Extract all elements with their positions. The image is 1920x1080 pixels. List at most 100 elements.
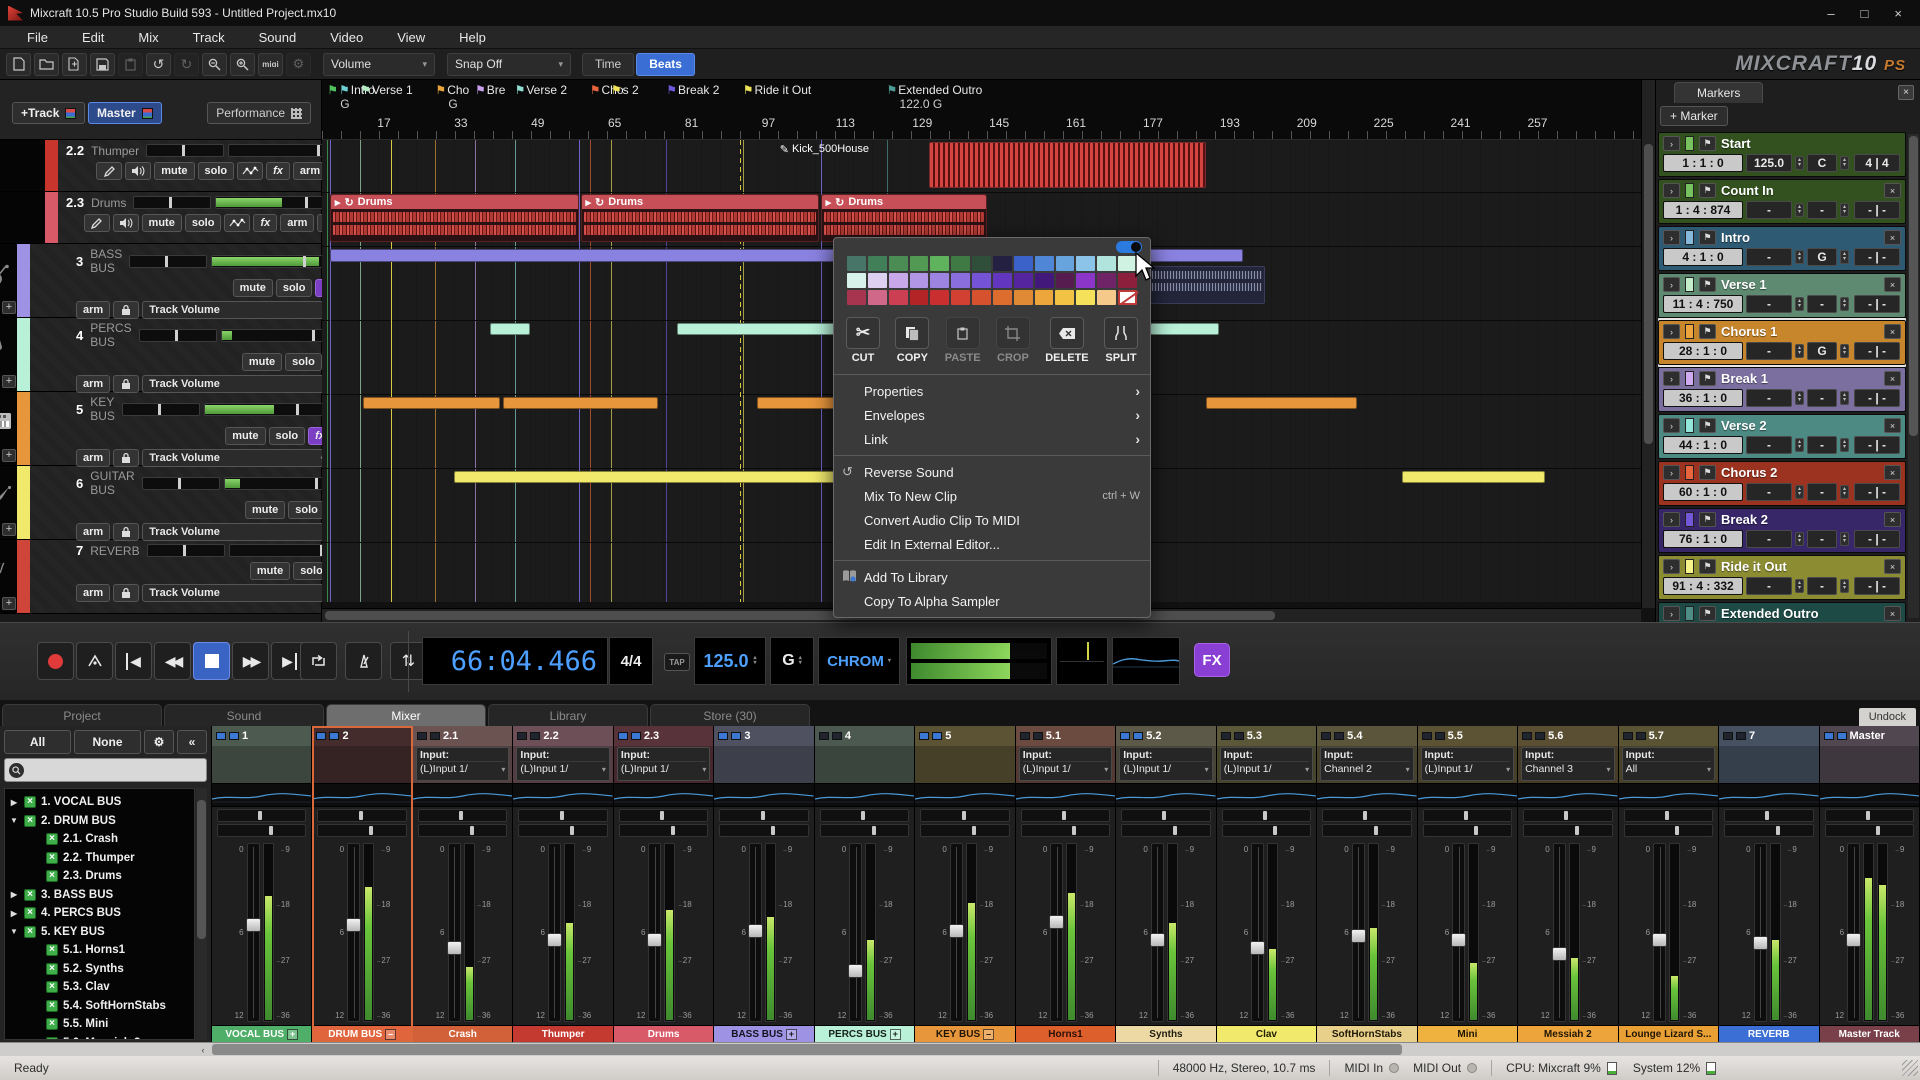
color-swatch[interactable] bbox=[910, 290, 929, 305]
marker-color-swatch[interactable] bbox=[1685, 371, 1694, 386]
channel-name-label[interactable]: Synths bbox=[1116, 1025, 1215, 1042]
marker-tempo-field[interactable]: - bbox=[1746, 342, 1792, 360]
volume-slider[interactable] bbox=[204, 403, 332, 416]
loop-button[interactable] bbox=[300, 642, 337, 680]
expand-track-button[interactable]: + bbox=[2, 301, 16, 314]
marker-row[interactable]: ›⚑Chorus 2×60 : 1 : 0-▴▾-▴▾- | - bbox=[1658, 461, 1906, 506]
track-visible-checkbox[interactable]: × bbox=[46, 944, 58, 956]
metronome-button[interactable] bbox=[345, 642, 382, 680]
undo-icon-button[interactable]: ↺ bbox=[146, 53, 171, 76]
group-toggle-badge[interactable]: + bbox=[786, 1029, 797, 1040]
menu-item-copy-to-alpha-sampler[interactable]: Copy To Alpha Sampler bbox=[834, 589, 1150, 613]
monitor-button[interactable] bbox=[125, 162, 151, 180]
time-toggle-button[interactable]: Time bbox=[582, 53, 634, 76]
spinner-icon[interactable]: ▴▾ bbox=[1840, 250, 1849, 264]
paste-button[interactable]: PASTE bbox=[945, 317, 981, 364]
marker-timesig-field[interactable]: - | - bbox=[1854, 577, 1900, 595]
eq-display[interactable] bbox=[1116, 783, 1215, 807]
marker-timesig-field[interactable]: - | - bbox=[1854, 530, 1900, 548]
input-select[interactable]: Input:All▾ bbox=[1622, 747, 1715, 781]
marker-tempo-field[interactable]: - bbox=[1746, 530, 1792, 548]
pan-slider[interactable] bbox=[1724, 809, 1813, 822]
tree-scrollbar[interactable] bbox=[196, 788, 207, 1040]
audio-clip[interactable] bbox=[1146, 266, 1265, 304]
send-slider[interactable] bbox=[619, 824, 708, 837]
marker-timesig-field[interactable]: 4 | 4 bbox=[1854, 154, 1900, 172]
marker-delete-button[interactable]: × bbox=[1884, 183, 1901, 198]
spinner-icon[interactable]: ▴▾ bbox=[1840, 579, 1849, 593]
menu-file[interactable]: File bbox=[10, 30, 65, 45]
performance-button[interactable]: Performance bbox=[207, 102, 311, 124]
eq-display[interactable] bbox=[513, 783, 612, 807]
send-slider[interactable] bbox=[1624, 824, 1713, 837]
marker-expand-button[interactable]: › bbox=[1663, 183, 1680, 198]
channel-name-label[interactable]: BASS BUS+ bbox=[714, 1025, 813, 1042]
volume-fader[interactable] bbox=[1151, 843, 1164, 1022]
expand-track-button[interactable]: + bbox=[2, 597, 16, 610]
track-row-5[interactable]: +5KEY BUSmutesolofxarmTrack Volume▾ bbox=[0, 392, 321, 466]
fast-forward-button[interactable]: ▶▶ bbox=[232, 642, 269, 680]
pan-slider[interactable] bbox=[1222, 809, 1311, 822]
channel-name-label[interactable]: VOCAL BUS+ bbox=[212, 1025, 311, 1042]
timeline-vertical-scrollbar[interactable] bbox=[1641, 80, 1655, 608]
arm-button[interactable]: arm bbox=[76, 584, 110, 602]
color-swatch[interactable] bbox=[847, 290, 866, 305]
pan-slider[interactable] bbox=[1423, 809, 1512, 822]
marker-tempo-field[interactable]: - bbox=[1746, 295, 1792, 313]
menu-item-add-to-library[interactable]: Add To Library bbox=[834, 565, 1150, 589]
add-marker-button[interactable]: + Marker bbox=[1660, 106, 1728, 126]
color-swatch[interactable] bbox=[868, 256, 887, 271]
mixer-strip-5-6[interactable]: 5.6Input:Channel 3▾06129182736Messiah 2 bbox=[1518, 726, 1618, 1042]
menu-help[interactable]: Help bbox=[442, 30, 503, 45]
clipboard-icon-button[interactable] bbox=[118, 53, 143, 76]
automation-param-select[interactable]: Track Volume▾ bbox=[142, 375, 348, 393]
input-select[interactable]: Input:(L)Input 1/▾ bbox=[1421, 747, 1514, 781]
spinner-icon[interactable]: ▴▾ bbox=[799, 656, 802, 666]
tree-expand-icon[interactable]: ▶ bbox=[9, 909, 19, 918]
marker-expand-button[interactable]: › bbox=[1663, 371, 1680, 386]
track-visible-checkbox[interactable]: × bbox=[24, 815, 36, 827]
timeline-marker[interactable]: ⚑s 2 bbox=[611, 83, 639, 97]
send-slider[interactable] bbox=[1423, 824, 1512, 837]
input-select[interactable]: Input:(L)Input 1/▾ bbox=[516, 747, 609, 781]
scale-mode-display[interactable]: CHROM▾ bbox=[818, 637, 900, 685]
master-track-button[interactable]: Master bbox=[88, 102, 162, 124]
mixer-strip-7[interactable]: 706129182736REVERB bbox=[1719, 726, 1819, 1042]
menu-track[interactable]: Track bbox=[176, 30, 242, 45]
clip-play-icon[interactable]: ▸ bbox=[826, 196, 832, 209]
marker-color-swatch[interactable] bbox=[1685, 324, 1694, 339]
pan-slider[interactable] bbox=[139, 329, 217, 342]
track-visible-checkbox[interactable]: × bbox=[46, 1037, 58, 1040]
timeline-marker[interactable]: ⚑Verse 2 bbox=[515, 83, 567, 97]
pan-slider[interactable] bbox=[133, 196, 211, 209]
timeline-marker[interactable]: ⚑Break 2 bbox=[666, 83, 719, 97]
track-row-4[interactable]: +4PERCS BUSmutesolofxarmTrack Volume▾ bbox=[0, 318, 321, 392]
marker-timesig-field[interactable]: - | - bbox=[1854, 342, 1900, 360]
menu-edit[interactable]: Edit bbox=[65, 30, 121, 45]
tab-sound[interactable]: Sound bbox=[164, 704, 324, 726]
solo-button[interactable]: solo bbox=[198, 162, 235, 180]
tree-item[interactable]: ×5.1. Horns1 bbox=[9, 941, 194, 960]
track-visible-checkbox[interactable]: × bbox=[24, 889, 36, 901]
marker-delete-button[interactable]: × bbox=[1884, 277, 1901, 292]
spinner-icon[interactable]: ▴▾ bbox=[1840, 532, 1849, 546]
spinner-icon[interactable]: ▴▾ bbox=[1795, 250, 1804, 264]
color-swatch[interactable] bbox=[1056, 256, 1075, 271]
color-swatch[interactable] bbox=[993, 256, 1012, 271]
marker-color-swatch[interactable] bbox=[1685, 606, 1694, 621]
color-swatch[interactable] bbox=[1035, 256, 1054, 271]
audio-clip[interactable]: ▸↻Drums bbox=[581, 194, 820, 242]
spinner-icon[interactable]: ▴▾ bbox=[1795, 391, 1804, 405]
marker-row[interactable]: ›⚑Ride it Out×91 : 4 : 332-▴▾-▴▾- | - bbox=[1658, 555, 1906, 600]
color-swatch[interactable] bbox=[889, 273, 908, 288]
pan-slider[interactable] bbox=[719, 809, 808, 822]
menu-item-convert-audio-clip-to-midi[interactable]: Convert Audio Clip To MIDI bbox=[834, 508, 1150, 532]
track-visible-checkbox[interactable]: × bbox=[46, 852, 58, 864]
marker-row[interactable]: ›⚑Verse 2×44 : 1 : 0-▴▾-▴▾- | - bbox=[1658, 414, 1906, 459]
maximize-button[interactable]: □ bbox=[1861, 6, 1869, 21]
marker-tempo-field[interactable]: - bbox=[1746, 577, 1792, 595]
minimize-button[interactable]: – bbox=[1827, 6, 1834, 21]
audio-clip[interactable] bbox=[1150, 323, 1219, 335]
stop-button[interactable] bbox=[193, 642, 230, 680]
tree-item[interactable]: ×5.3. Clav bbox=[9, 978, 194, 997]
